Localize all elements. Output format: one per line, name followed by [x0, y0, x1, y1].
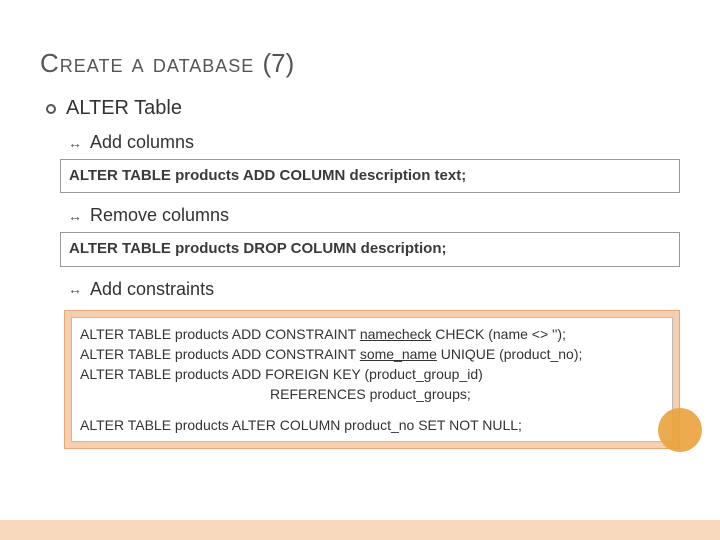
code-add-column: ALTER TABLE products ADD COLUMN descript… [60, 159, 680, 193]
bottom-strip [0, 520, 720, 540]
code-frag: UNIQUE (product_no); [437, 346, 583, 362]
circle-bullet-icon [46, 104, 56, 114]
bullet-label: ALTER Table [66, 97, 182, 120]
code-text: ALTER TABLE products DROP COLUMN descrip… [69, 240, 447, 257]
sub-label: Remove columns [90, 205, 229, 226]
slide-title: Create a database (7) [40, 48, 680, 79]
code-line: ALTER TABLE products ALTER COLUMN produc… [80, 415, 664, 435]
arrow-icon: ↔ [68, 208, 82, 224]
sub-add-constraints: ↔ Add constraints [68, 279, 680, 300]
constraints-code: ALTER TABLE products ADD CONSTRAINT name… [71, 317, 673, 442]
sub-label: Add constraints [90, 279, 214, 300]
code-text: ALTER TABLE products ADD COLUMN descript… [69, 167, 466, 184]
slide: Create a database (7) ALTER Table ↔ Add … [0, 0, 720, 540]
sub-remove-columns: ↔ Remove columns [68, 205, 680, 226]
code-frag: ALTER TABLE products ADD CONSTRAINT [80, 346, 360, 362]
sub-add-columns: ↔ Add columns [68, 132, 680, 153]
arrow-icon: ↔ [68, 135, 82, 151]
code-line: ALTER TABLE products ADD CONSTRAINT some… [80, 344, 664, 364]
code-line: ALTER TABLE products ADD CONSTRAINT name… [80, 324, 664, 344]
title-number: (7) [263, 48, 295, 78]
code-frag: CHECK (name <> ''); [431, 326, 566, 342]
spacer [80, 405, 664, 415]
circle-decoration-icon [658, 408, 702, 452]
code-frag: ALTER TABLE products ADD CONSTRAINT [80, 326, 360, 342]
code-line-indent: REFERENCES product_groups; [80, 384, 664, 404]
code-underline: some_name [360, 346, 437, 362]
code-drop-column: ALTER TABLE products DROP COLUMN descrip… [60, 232, 680, 266]
title-main: Create a database [40, 48, 254, 78]
code-underline: namecheck [360, 326, 432, 342]
code-line: ALTER TABLE products ADD FOREIGN KEY (pr… [80, 364, 664, 384]
constraints-box: ALTER TABLE products ADD CONSTRAINT name… [64, 310, 680, 449]
arrow-icon: ↔ [68, 281, 82, 297]
bullet-alter-table: ALTER Table [46, 97, 680, 120]
sub-label: Add columns [90, 132, 194, 153]
